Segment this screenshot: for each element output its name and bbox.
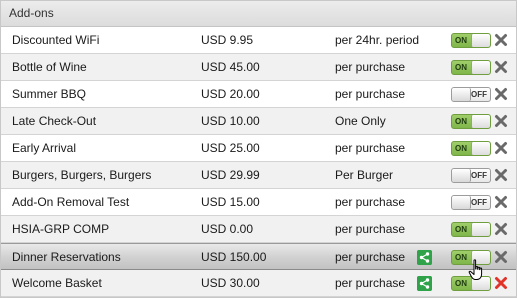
addon-term: per purchase [335,222,406,236]
addon-price: USD 9.95 [201,33,254,47]
delete-icon[interactable] [494,222,508,236]
addon-row[interactable]: Summer BBQ USD 20.00 per purchase OFF [1,81,516,108]
addon-name: Dinner Reservations [12,250,121,264]
delete-icon[interactable] [494,250,508,264]
delete-icon[interactable] [494,276,508,290]
addon-term: per purchase [335,250,406,264]
delete-icon[interactable] [494,87,508,101]
status-toggle[interactable]: ON [451,60,491,75]
status-toggle[interactable]: ON [451,33,491,48]
addon-price: USD 10.00 [201,114,260,128]
addon-row[interactable]: Discounted WiFi USD 9.95 per 24hr. period O… [1,27,516,54]
toggle-knob [452,196,471,209]
addon-name: Late Check-Out [12,114,97,128]
toggle-knob [471,223,490,236]
panel-title: Add-ons [1,1,516,27]
addon-row[interactable]: Late Check-Out USD 10.00 One Only ON [1,108,516,135]
delete-icon[interactable] [494,168,508,182]
addon-term: One Only [335,114,386,128]
toggle-label: OFF [471,198,487,207]
status-toggle[interactable]: ON [451,141,491,156]
delete-icon[interactable] [494,195,508,209]
addon-name: Add-On Removal Test [12,195,130,209]
addons-panel: Add-ons Discounted WiFi USD 9.95 per 24hr.… [0,0,517,298]
toggle-label: OFF [471,90,487,99]
toggle-label: ON [455,279,467,288]
toggle-knob [452,88,471,101]
delete-icon[interactable] [494,33,508,47]
addon-price: USD 30.00 [201,276,260,290]
addon-term: per purchase [335,141,406,155]
addon-name: Burgers, Burgers, Burgers [12,168,152,182]
toggle-label: ON [455,63,467,72]
addon-name: HSIA-GRP COMP [12,222,110,236]
addon-term: Per Burger [335,168,394,182]
addon-term: per purchase [335,276,406,290]
addon-row[interactable]: Bottle of Wine USD 45.00 per purchase ON [1,54,516,81]
addon-price: USD 150.00 [201,250,267,264]
status-toggle[interactable]: OFF [451,195,491,210]
toggle-label: ON [455,36,467,45]
addon-row[interactable]: Dinner Reservations USD 150.00 per purchas… [1,243,516,270]
delete-icon[interactable] [494,141,508,155]
toggle-knob [471,61,490,74]
toggle-knob [452,169,471,182]
toggle-label: ON [455,253,467,262]
status-toggle[interactable]: ON [451,114,491,129]
addon-price: USD 0.00 [201,222,254,236]
toggle-knob [471,115,490,128]
addon-row[interactable]: Welcome Basket USD 30.00 per purchase ON [1,270,516,297]
addon-name: Bottle of Wine [12,60,87,74]
toggle-label: ON [455,225,467,234]
addon-price: USD 20.00 [201,87,260,101]
toggle-label: ON [455,117,467,126]
toggle-knob [471,142,490,155]
toggle-label: ON [455,144,467,153]
toggle-label: OFF [471,171,487,180]
addon-name: Summer BBQ [12,87,87,101]
addon-name: Early Arrival [12,141,77,155]
addon-row[interactable]: HSIA-GRP COMP USD 0.00 per purchase ON [1,216,516,243]
delete-icon[interactable] [494,114,508,128]
status-toggle[interactable]: ON [451,222,491,237]
addon-row[interactable]: Early Arrival USD 25.00 per purchase ON [1,135,516,162]
share-icon[interactable] [417,250,432,265]
share-icon[interactable] [417,276,432,291]
hand-cursor-icon [468,259,483,280]
addon-row[interactable]: Burgers, Burgers, Burgers USD 29.99 Per Bu… [1,162,516,189]
addon-price: USD 45.00 [201,60,260,74]
addon-name: Discounted WiFi [12,33,100,47]
addon-price: USD 29.99 [201,168,260,182]
addon-price: USD 15.00 [201,195,260,209]
addon-row[interactable]: Add-On Removal Test USD 15.00 per purchase… [1,189,516,216]
delete-icon[interactable] [494,60,508,74]
addon-term: per purchase [335,87,406,101]
addon-price: USD 25.00 [201,141,260,155]
addons-list: Discounted WiFi USD 9.95 per 24hr. period O… [1,27,516,297]
addon-term: per purchase [335,60,406,74]
addon-term: per purchase [335,195,406,209]
toggle-knob [471,34,490,47]
addon-term: per 24hr. period [335,33,420,47]
status-toggle[interactable]: OFF [451,168,491,183]
status-toggle[interactable]: OFF [451,87,491,102]
addon-name: Welcome Basket [12,276,102,290]
